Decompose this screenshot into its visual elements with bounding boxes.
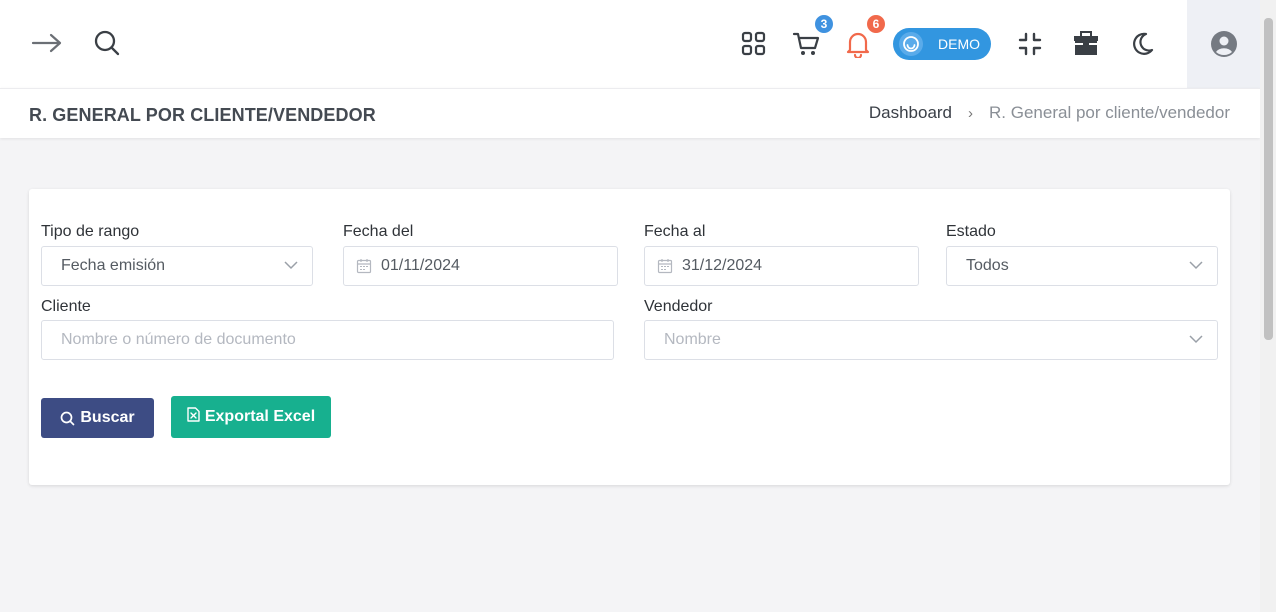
calendar-icon [356, 258, 372, 274]
exportar-excel-button[interactable]: Exportal Excel [171, 396, 331, 438]
search-icon [61, 411, 75, 425]
fecha-del-input[interactable]: 01/11/2024 [343, 246, 618, 286]
tipo-rango-label: Tipo de rango [41, 223, 140, 240]
demo-mode-toggle[interactable]: DEMO [893, 28, 991, 60]
breadcrumb: Dashboard › R. General por cliente/vende… [869, 103, 1230, 123]
estado-select[interactable]: Todos [946, 246, 1218, 286]
page-scrollbar[interactable] [1260, 0, 1276, 612]
top-navbar: 3 6 DEMO [0, 0, 1260, 88]
apps-grid-icon[interactable] [737, 27, 771, 61]
chevron-down-icon [284, 261, 298, 270]
vendedor-label: Vendedor [644, 298, 713, 315]
fecha-del-label: Fecha del [343, 223, 414, 240]
exportar-label: Exportal Excel [204, 408, 316, 425]
excel-file-icon [187, 406, 200, 422]
user-menu[interactable] [1187, 0, 1260, 88]
breadcrumb-separator: › [968, 104, 974, 122]
cart-icon[interactable]: 3 [789, 13, 835, 61]
buscar-button[interactable]: Buscar [41, 398, 154, 438]
filter-card: Tipo de rango Fecha del Fecha al Estado … [29, 189, 1230, 485]
fecha-del-value: 01/11/2024 [381, 257, 460, 274]
tipo-rango-value: Fecha emisión [61, 257, 166, 274]
breadcrumb-dashboard-link[interactable]: Dashboard [869, 103, 952, 123]
chevron-down-icon [1189, 335, 1203, 344]
moon-icon[interactable] [1125, 27, 1159, 61]
demo-label: DEMO [938, 36, 980, 52]
vendedor-placeholder: Nombre [664, 331, 721, 348]
smile-icon [899, 32, 923, 56]
fecha-al-value: 31/12/2024 [682, 257, 763, 274]
breadcrumb-current: R. General por cliente/vendedor [989, 103, 1230, 122]
cliente-input[interactable]: Nombre o número de documento [41, 320, 614, 360]
fecha-al-label: Fecha al [644, 223, 706, 240]
page-title: R. GENERAL POR CLIENTE/VENDEDOR [29, 105, 376, 125]
store-icon[interactable] [1069, 27, 1103, 61]
buscar-label: Buscar [80, 409, 135, 426]
calendar-icon [657, 258, 673, 274]
arrow-right-icon[interactable] [30, 26, 64, 60]
estado-label: Estado [946, 223, 996, 240]
tipo-rango-select[interactable]: Fecha emisión [41, 246, 313, 286]
scrollbar-thumb[interactable] [1264, 18, 1273, 340]
cliente-placeholder: Nombre o número de documento [61, 331, 296, 348]
notification-count-badge: 6 [865, 13, 887, 35]
fecha-al-input[interactable]: 31/12/2024 [644, 246, 919, 286]
compress-icon[interactable] [1013, 27, 1047, 61]
cart-count-badge: 3 [813, 13, 835, 35]
search-icon[interactable] [90, 26, 124, 60]
chevron-down-icon [1189, 261, 1203, 270]
user-circle-icon [1210, 31, 1237, 57]
estado-value: Todos [966, 257, 1009, 274]
cliente-label: Cliente [41, 298, 91, 315]
page-header: R. GENERAL POR CLIENTE/VENDEDOR Dashboar… [0, 88, 1260, 138]
bell-icon[interactable]: 6 [841, 13, 887, 61]
vendedor-select[interactable]: Nombre [644, 320, 1218, 360]
